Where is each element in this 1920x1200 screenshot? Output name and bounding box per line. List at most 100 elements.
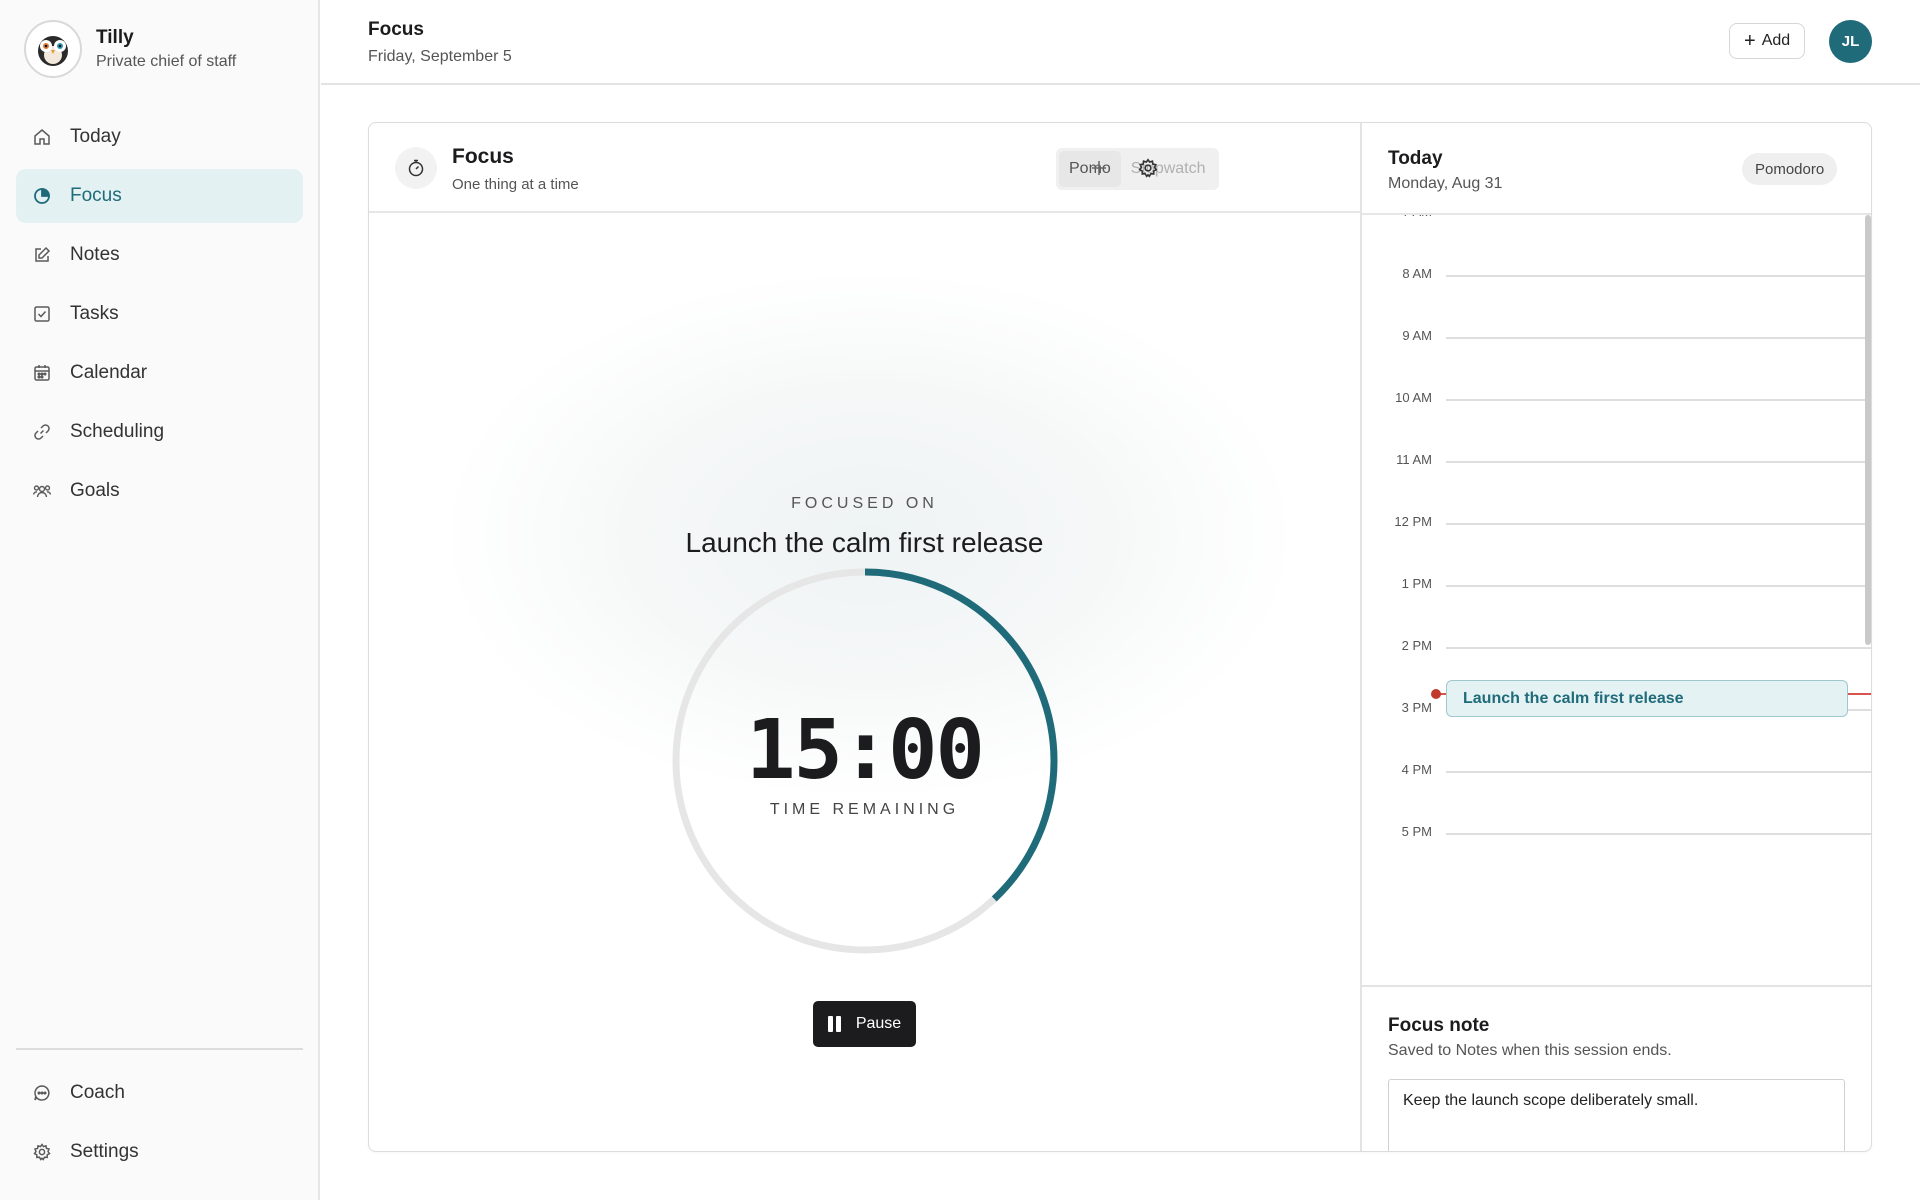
timeline-hour-line (1446, 771, 1871, 773)
time-remaining-label: TIME REMAINING (769, 801, 960, 818)
pause-button[interactable]: Pause (813, 1001, 916, 1047)
sidebar-item-label: Calendar (70, 362, 148, 383)
add-button[interactable]: + Add (1729, 23, 1806, 59)
home-icon (32, 127, 52, 147)
timeline-hour-label: 7 AM (1372, 215, 1432, 219)
sidebar-item-settings[interactable]: Settings (16, 1125, 303, 1179)
bottom-nav: Coach Settings (16, 1066, 303, 1184)
timeline-hour-line (1446, 399, 1871, 401)
timeline-hour-label: 8 AM (1402, 266, 1432, 281)
sidebar: Tilly Private chief of staff Today Focus… (0, 0, 320, 1200)
time-remaining: 15:00 (746, 703, 985, 798)
focus-settings-button[interactable] (1135, 157, 1161, 183)
today-panel-title: Today (1388, 148, 1443, 169)
focus-pane-header: Focus One thing at a time Pomo Stopwatch (369, 123, 1360, 213)
brand: Tilly Private chief of staff (24, 20, 236, 78)
timeline-hour-label: 9 AM (1402, 328, 1432, 343)
timeline-hour-line (1446, 523, 1871, 525)
page-title: Focus (368, 19, 424, 40)
timeline-hour-label: 10 AM (1395, 390, 1432, 405)
link-icon (32, 422, 52, 442)
add-timer-button[interactable] (1086, 157, 1112, 183)
focus-pane: Focus One thing at a time Pomo Stopwatch… (369, 123, 1360, 1151)
sidebar-item-today[interactable]: Today (16, 110, 303, 164)
sidebar-item-label: Goals (70, 480, 120, 501)
add-button-label: Add (1761, 32, 1791, 49)
sidebar-item-focus[interactable]: Focus (16, 169, 303, 223)
timeline-hour-line (1446, 585, 1871, 587)
sidebar-item-goals[interactable]: Goals (16, 464, 303, 518)
sidebar-item-label: Tasks (70, 303, 119, 324)
timeline-hour-line (1446, 647, 1871, 649)
note-edit-icon (32, 245, 52, 265)
day-timeline[interactable]: 5 PM 4 PM 3 PM 2 PM 1 PM 12 PM 11 AM 10 AM 9 AM 8… (1362, 215, 1871, 985)
page-date: Friday, September 5 (368, 48, 512, 65)
main-nav: Today Focus Notes Tasks Calendar Schedul… (16, 110, 303, 523)
focus-note-section: Focus note Saved to Notes when this sess… (1362, 985, 1871, 1151)
calendar-event[interactable]: Launch the calm first release (1446, 680, 1848, 717)
focused-task: Launch the calm first release (685, 527, 1044, 558)
focused-on-label: FOCUSED ON (791, 495, 938, 512)
timeline-hour-label: 1 PM (1401, 576, 1432, 591)
calendar-icon (32, 363, 52, 383)
today-panel-date: Monday, Aug 31 (1388, 175, 1503, 192)
timeline-hour-row: 9 AM (1362, 328, 1871, 343)
focus-card: Focus One thing at a time Pomo Stopwatch… (368, 122, 1872, 1152)
focus-title: Focus (452, 145, 514, 168)
sidebar-item-tasks[interactable]: Tasks (16, 287, 303, 341)
timeline-hour-label: 3 PM (1401, 700, 1432, 715)
focus-note-subtitle: Saved to Notes when this session ends. (1388, 1042, 1672, 1059)
timeline-hour-line (1446, 337, 1871, 339)
focus-icon (32, 186, 52, 206)
timeline-hour-line (1446, 833, 1871, 835)
brand-subtitle: Private chief of staff (96, 53, 237, 70)
sidebar-item-label: Scheduling (70, 421, 165, 442)
timeline-hour-label: 4 PM (1401, 762, 1432, 777)
timeline-hour-row: 10 AM (1362, 390, 1871, 405)
today-panel-header: Today Monday, Aug 31 Pomodoro (1362, 123, 1871, 215)
sidebar-item-calendar[interactable]: Calendar (16, 346, 303, 400)
timeline-hour-label: 12 PM (1394, 514, 1432, 529)
sidebar-item-label: Notes (70, 244, 120, 265)
stopwatch-icon (395, 147, 437, 189)
timeline-hour-row: 1 PM (1362, 576, 1871, 591)
sidebar-item-coach[interactable]: Coach (16, 1066, 303, 1120)
timeline-hour-label: 11 AM (1396, 452, 1432, 467)
sidebar-item-label: Focus (70, 185, 122, 206)
sidebar-item-label: Settings (70, 1141, 139, 1162)
timeline-hour-line (1446, 275, 1871, 277)
pause-button-label: Pause (855, 1015, 902, 1032)
timeline-hour-label: 2 PM (1401, 638, 1432, 653)
pomodoro-badge: Pomodoro (1742, 153, 1838, 185)
timeline-hour-row: 11 AM (1362, 452, 1871, 467)
current-time-dot (1431, 689, 1441, 699)
brand-name: Tilly (96, 27, 134, 48)
chat-icon (32, 1083, 52, 1103)
focus-area: FOCUSED ON Launch the calm first release… (369, 215, 1360, 1151)
user-avatar[interactable]: JL (1829, 20, 1872, 63)
timeline-hour-row: 5 PM (1362, 824, 1871, 839)
sidebar-item-label: Today (70, 126, 121, 147)
plus-icon (1089, 158, 1109, 183)
owl-icon (24, 20, 82, 78)
today-panel: Today Monday, Aug 31 Pomodoro 5 PM 4 PM 3 … (1360, 123, 1871, 1151)
timeline-hour-row: 12 PM (1362, 514, 1871, 529)
sidebar-item-scheduling[interactable]: Scheduling (16, 405, 303, 459)
focus-note-input[interactable]: Keep the launch scope deliberately small… (1388, 1079, 1845, 1151)
gear-icon (1137, 157, 1159, 184)
timeline-scrollbar[interactable] (1865, 215, 1871, 645)
sidebar-item-label: Coach (70, 1082, 125, 1103)
timeline-hour-line (1446, 461, 1871, 463)
timeline-hour-row: 2 PM (1362, 638, 1871, 653)
checkbox-icon (32, 304, 52, 324)
people-icon (32, 481, 52, 501)
timeline-hour-row: 4 PM (1362, 762, 1871, 777)
sidebar-item-notes[interactable]: Notes (16, 228, 303, 282)
timeline-hour-row: 8 AM (1362, 266, 1871, 281)
gear-icon (32, 1142, 52, 1162)
plus-icon: + (1744, 30, 1756, 52)
pause-icon (827, 1016, 844, 1032)
timeline-hour-label: 5 PM (1401, 824, 1432, 839)
sidebar-divider (16, 1048, 303, 1050)
top-header: Focus Friday, September 5 + Add JL (321, 0, 1920, 85)
